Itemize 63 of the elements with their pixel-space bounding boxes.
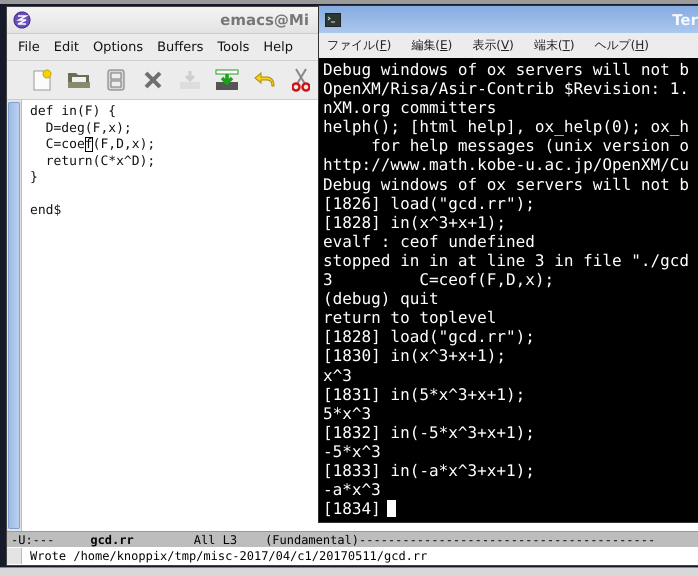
terminal-line: http://www.math.kobe-u.ac.jp/OpenXM/Cu <box>323 155 690 175</box>
scrollbar[interactable] <box>7 100 22 531</box>
text-cursor <box>386 500 396 518</box>
close-icon <box>144 71 162 89</box>
terminal-line: -5*x^3 <box>323 442 381 461</box>
filing-cabinet-icon <box>107 69 125 91</box>
scissors-icon <box>292 68 310 92</box>
terminal-line: Debug windows of ox servers will not b <box>323 60 690 80</box>
download-tray-icon <box>215 69 239 91</box>
folder-icon <box>67 70 91 90</box>
emacs-logo-icon <box>13 11 31 29</box>
terminal-line: [1831] in(5*x^3+x+1); <box>323 384 526 404</box>
menu-item[interactable]: Buffers <box>150 40 210 54</box>
menu-item[interactable]: ファイル(F) <box>327 37 392 54</box>
menu-item[interactable]: 表示(V) <box>472 37 514 54</box>
menu-item[interactable]: File <box>11 40 47 54</box>
terminal-line: OpenXM/Risa/Asir-Contrib $Revision: 1. <box>323 79 690 98</box>
code-line: def in(F) { <box>30 104 118 120</box>
terminal-line: -a*x^3 <box>323 480 381 500</box>
menu-item[interactable]: Tools <box>210 40 256 54</box>
new-file-icon <box>32 69 52 91</box>
menu-item[interactable]: Options <box>86 40 150 54</box>
major-mode: (Fundamental) <box>265 532 359 546</box>
code-line: D=deg(F,x); <box>44 120 133 137</box>
terminal-line: (debug) quit <box>323 289 439 308</box>
terminal-line: [1826] load("gcd.rr"); <box>323 194 535 213</box>
menu-item[interactable]: Edit <box>46 40 86 54</box>
menu-item[interactable]: Help <box>256 40 300 54</box>
code-line: end$ <box>30 203 62 220</box>
terminal-line: [1834] <box>323 499 381 518</box>
echo-message: Wrote /home/knoppix/tmp/misc-2017/04/c1/20170511/gcd.rr <box>30 549 428 563</box>
terminal-line: helph(); [html help], ox_help(0); ox_h <box>323 117 690 136</box>
undo-arrow-icon <box>253 71 275 89</box>
code-line: } <box>30 170 39 186</box>
terminal-line: [1828] in(x^3+x+1); <box>323 212 506 232</box>
terminal-line: Debug windows of ox servers will not b <box>323 174 690 194</box>
menu-item[interactable]: 端末(T) <box>534 37 575 54</box>
toolbar-button[interactable] <box>214 67 240 93</box>
terminal-line: [1832] in(-5*x^3+x+1); <box>323 422 535 442</box>
terminal-line: for help messages (unix version o <box>370 136 690 156</box>
terminal-line: 3 C=ceof(F,D,x); <box>323 270 554 290</box>
terminal-line: x^3 <box>323 366 352 385</box>
window-title: emacs@Mi <box>220 11 309 29</box>
code-line: return(C*x^D); <box>44 154 156 170</box>
mode-line-fill: ----------------------------------------- <box>359 532 656 546</box>
buffer-status: -U:--- <box>11 532 54 546</box>
buffer-name: gcd.rr <box>90 532 134 546</box>
terminal-line: [1828] load("gcd.rr"); <box>323 327 535 346</box>
menu-item[interactable]: ヘルプ(H) <box>594 37 649 54</box>
terminal-line: return to toplevel <box>323 308 496 328</box>
scrollbar[interactable] <box>7 548 22 564</box>
window-title: Ter <box>672 10 698 28</box>
terminal-line: evalf : ceof undefined <box>323 232 535 251</box>
terminal-icon <box>325 12 341 26</box>
menu-item[interactable]: 編集(E) <box>411 37 452 54</box>
terminal-line: stopped in in at line 3 in file "./gcd <box>323 250 690 270</box>
terminal-line: nXM.org committers <box>323 98 496 118</box>
code-line: C=coef(F,D,x); <box>44 137 156 154</box>
terminal-line: [1830] in(x^3+x+1); <box>323 346 506 366</box>
terminal-line: [1833] in(-a*x^3+x+1); <box>323 460 535 480</box>
terminal-line: 5*x^3 <box>323 404 372 423</box>
buffer-position: All L3 <box>194 532 238 546</box>
download-icon <box>179 70 201 90</box>
